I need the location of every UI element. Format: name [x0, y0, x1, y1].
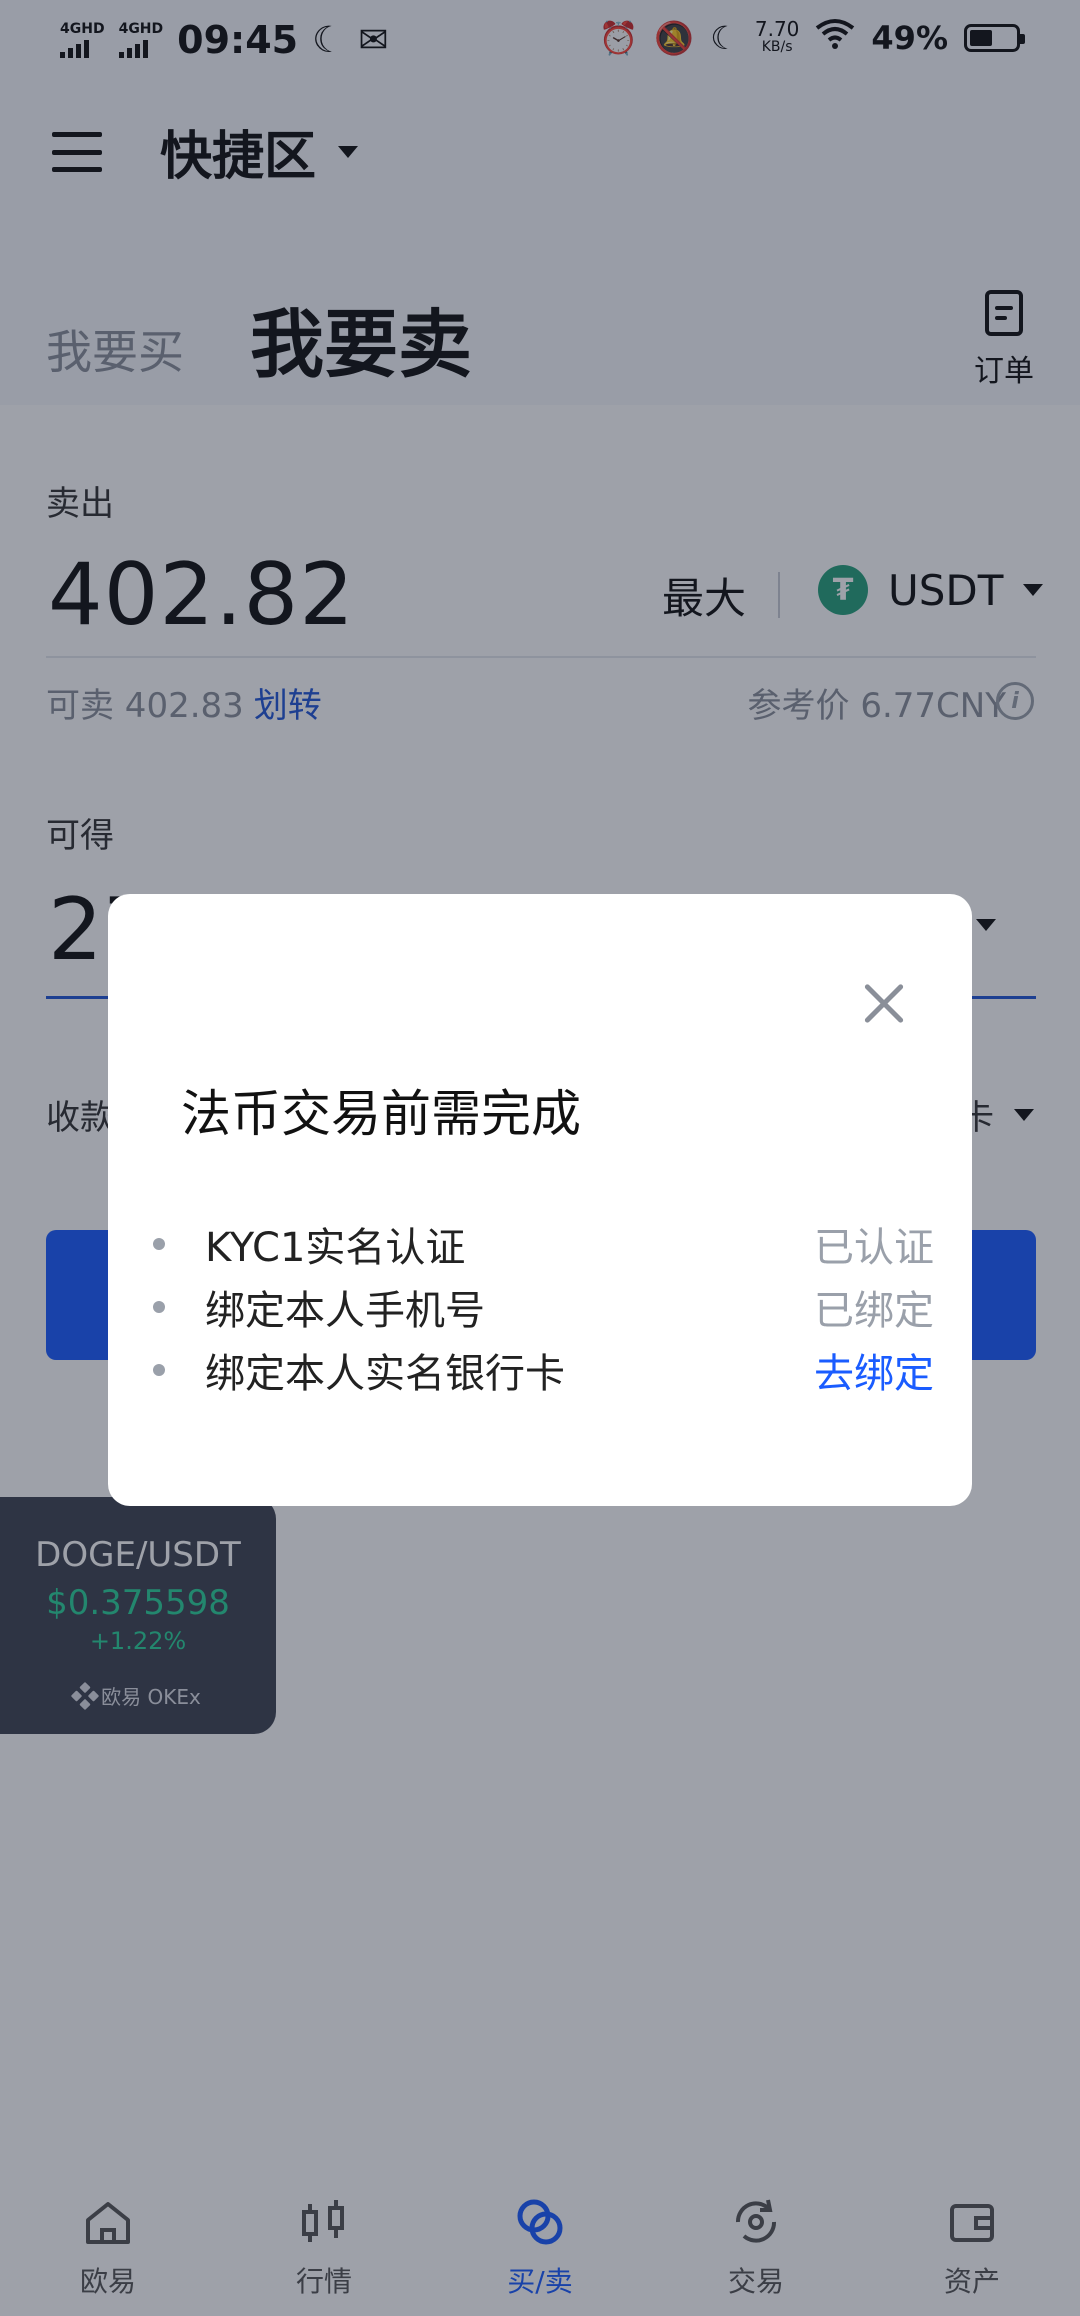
- list-item: 绑定本人实名银行卡 去绑定: [153, 1338, 934, 1401]
- close-icon[interactable]: [854, 974, 914, 1034]
- bind-bank-card-link[interactable]: 去绑定: [814, 1341, 934, 1399]
- requirement-label: 绑定本人手机号: [205, 1287, 485, 1334]
- dialog-title: 法币交易前需完成: [181, 1085, 581, 1143]
- bullet-icon: [153, 1237, 165, 1250]
- requirement-status: 已绑定: [814, 1287, 934, 1334]
- requirements-list: KYC1实名认证 已认证 绑定本人手机号 已绑定 绑定本人实名银行卡 去绑定: [153, 1212, 934, 1401]
- bullet-icon: [153, 1300, 165, 1313]
- list-item: 绑定本人手机号 已绑定: [153, 1275, 934, 1338]
- requirement-label: KYC1实名认证: [205, 1224, 466, 1271]
- requirements-dialog: 法币交易前需完成 KYC1实名认证 已认证 绑定本人手机号 已绑定 绑定本人实名…: [108, 894, 972, 1506]
- bullet-icon: [153, 1363, 165, 1376]
- list-item: KYC1实名认证 已认证: [153, 1212, 934, 1275]
- requirement-label: 绑定本人实名银行卡: [205, 1350, 565, 1397]
- requirement-status: 已认证: [814, 1224, 934, 1271]
